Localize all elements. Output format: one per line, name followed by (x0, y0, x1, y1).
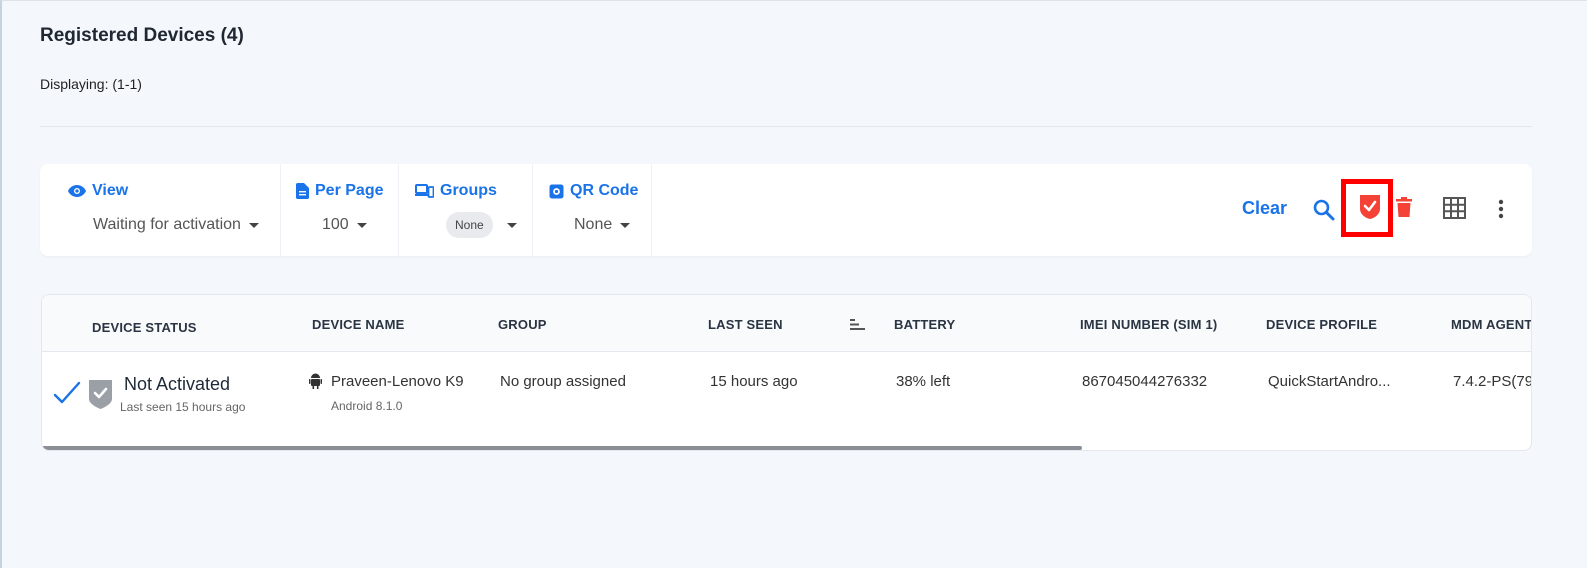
per-page-value: 100 (322, 216, 349, 233)
groups-chip: None (446, 212, 493, 238)
view-filter[interactable]: View Waiting for activation (40, 164, 281, 256)
column-header-imei[interactable]: IMEI NUMBER (SIM 1) (1080, 317, 1217, 332)
search-icon[interactable] (1313, 199, 1335, 221)
grid-icon[interactable] (1443, 197, 1466, 219)
clear-button[interactable]: Clear (1242, 198, 1287, 219)
horizontal-scrollbar[interactable] (42, 446, 1082, 450)
qr-code-icon (549, 184, 564, 198)
column-header-device-profile[interactable]: DEVICE PROFILE (1266, 317, 1377, 332)
device-name[interactable]: Praveen-Lenovo K9 (331, 373, 464, 390)
displaying-count: Displaying: (1-1) (40, 76, 142, 92)
document-icon (296, 183, 309, 199)
chevron-down-icon (506, 222, 517, 228)
chevron-down-icon (356, 222, 367, 228)
groups-filter-label[interactable]: Groups (415, 182, 497, 200)
device-agent: 7.4.2-PS(79... (1453, 373, 1531, 390)
shield-check-icon[interactable] (1359, 194, 1381, 220)
qr-code-filter-label[interactable]: QR Code (549, 182, 638, 200)
groups-filter[interactable]: Groups None (399, 164, 533, 256)
column-header-device-name[interactable]: DEVICE NAME (312, 317, 405, 332)
shield-status-icon (89, 380, 112, 409)
more-vert-icon[interactable] (1497, 199, 1505, 219)
filter-toolbar: View Waiting for activation Per Page 100 (40, 164, 1532, 256)
table-header: DEVICE STATUS DEVICE NAME GROUP LAST SEE… (42, 295, 1531, 352)
checkmark-icon[interactable] (53, 381, 81, 405)
trash-icon[interactable] (1396, 197, 1412, 218)
column-header-mdm-agent[interactable]: MDM AGENT (1451, 317, 1531, 332)
eye-icon (68, 185, 86, 197)
device-os: Android 8.1.0 (331, 399, 403, 413)
per-page-select[interactable]: 100 (322, 216, 367, 234)
per-page-filter-label[interactable]: Per Page (296, 182, 383, 200)
chevron-down-icon (620, 222, 631, 228)
chevron-down-icon (248, 222, 259, 228)
sort-icon[interactable] (850, 319, 865, 330)
groups-label: Groups (440, 182, 497, 199)
view-select[interactable]: Waiting for activation (93, 216, 259, 234)
device-profile: QuickStartAndro... (1268, 373, 1391, 390)
device-battery: 38% left (896, 373, 951, 390)
devices-icon (415, 184, 434, 198)
qr-code-filter[interactable]: QR Code None (533, 164, 652, 256)
column-header-battery[interactable]: BATTERY (894, 317, 955, 332)
page-title: Registered Devices (4) (40, 25, 244, 46)
column-header-device-status[interactable]: DEVICE STATUS (92, 320, 197, 335)
column-header-group[interactable]: GROUP (498, 317, 547, 332)
qr-code-value: None (574, 216, 613, 233)
per-page-filter[interactable]: Per Page 100 (281, 164, 399, 256)
view-value: Waiting for activation (93, 216, 241, 233)
android-icon (309, 373, 322, 389)
qr-code-label: QR Code (570, 182, 639, 199)
column-header-last-seen[interactable]: LAST SEEN (708, 317, 783, 332)
device-imei: 867045044276332 (1082, 373, 1208, 390)
qr-code-select[interactable]: None (574, 216, 631, 234)
view-filter-label[interactable]: View (68, 182, 128, 200)
device-last-seen: 15 hours ago (710, 373, 798, 390)
device-status: Not Activated (124, 374, 231, 394)
device-group: No group assigned (500, 373, 626, 390)
view-label: View (92, 182, 129, 199)
device-status-sub: Last seen 15 hours ago (120, 400, 246, 414)
groups-select[interactable]: None (446, 212, 517, 238)
devices-table: DEVICE STATUS DEVICE NAME GROUP LAST SEE… (41, 294, 1532, 451)
divider (40, 126, 1532, 127)
per-page-label: Per Page (315, 182, 384, 199)
